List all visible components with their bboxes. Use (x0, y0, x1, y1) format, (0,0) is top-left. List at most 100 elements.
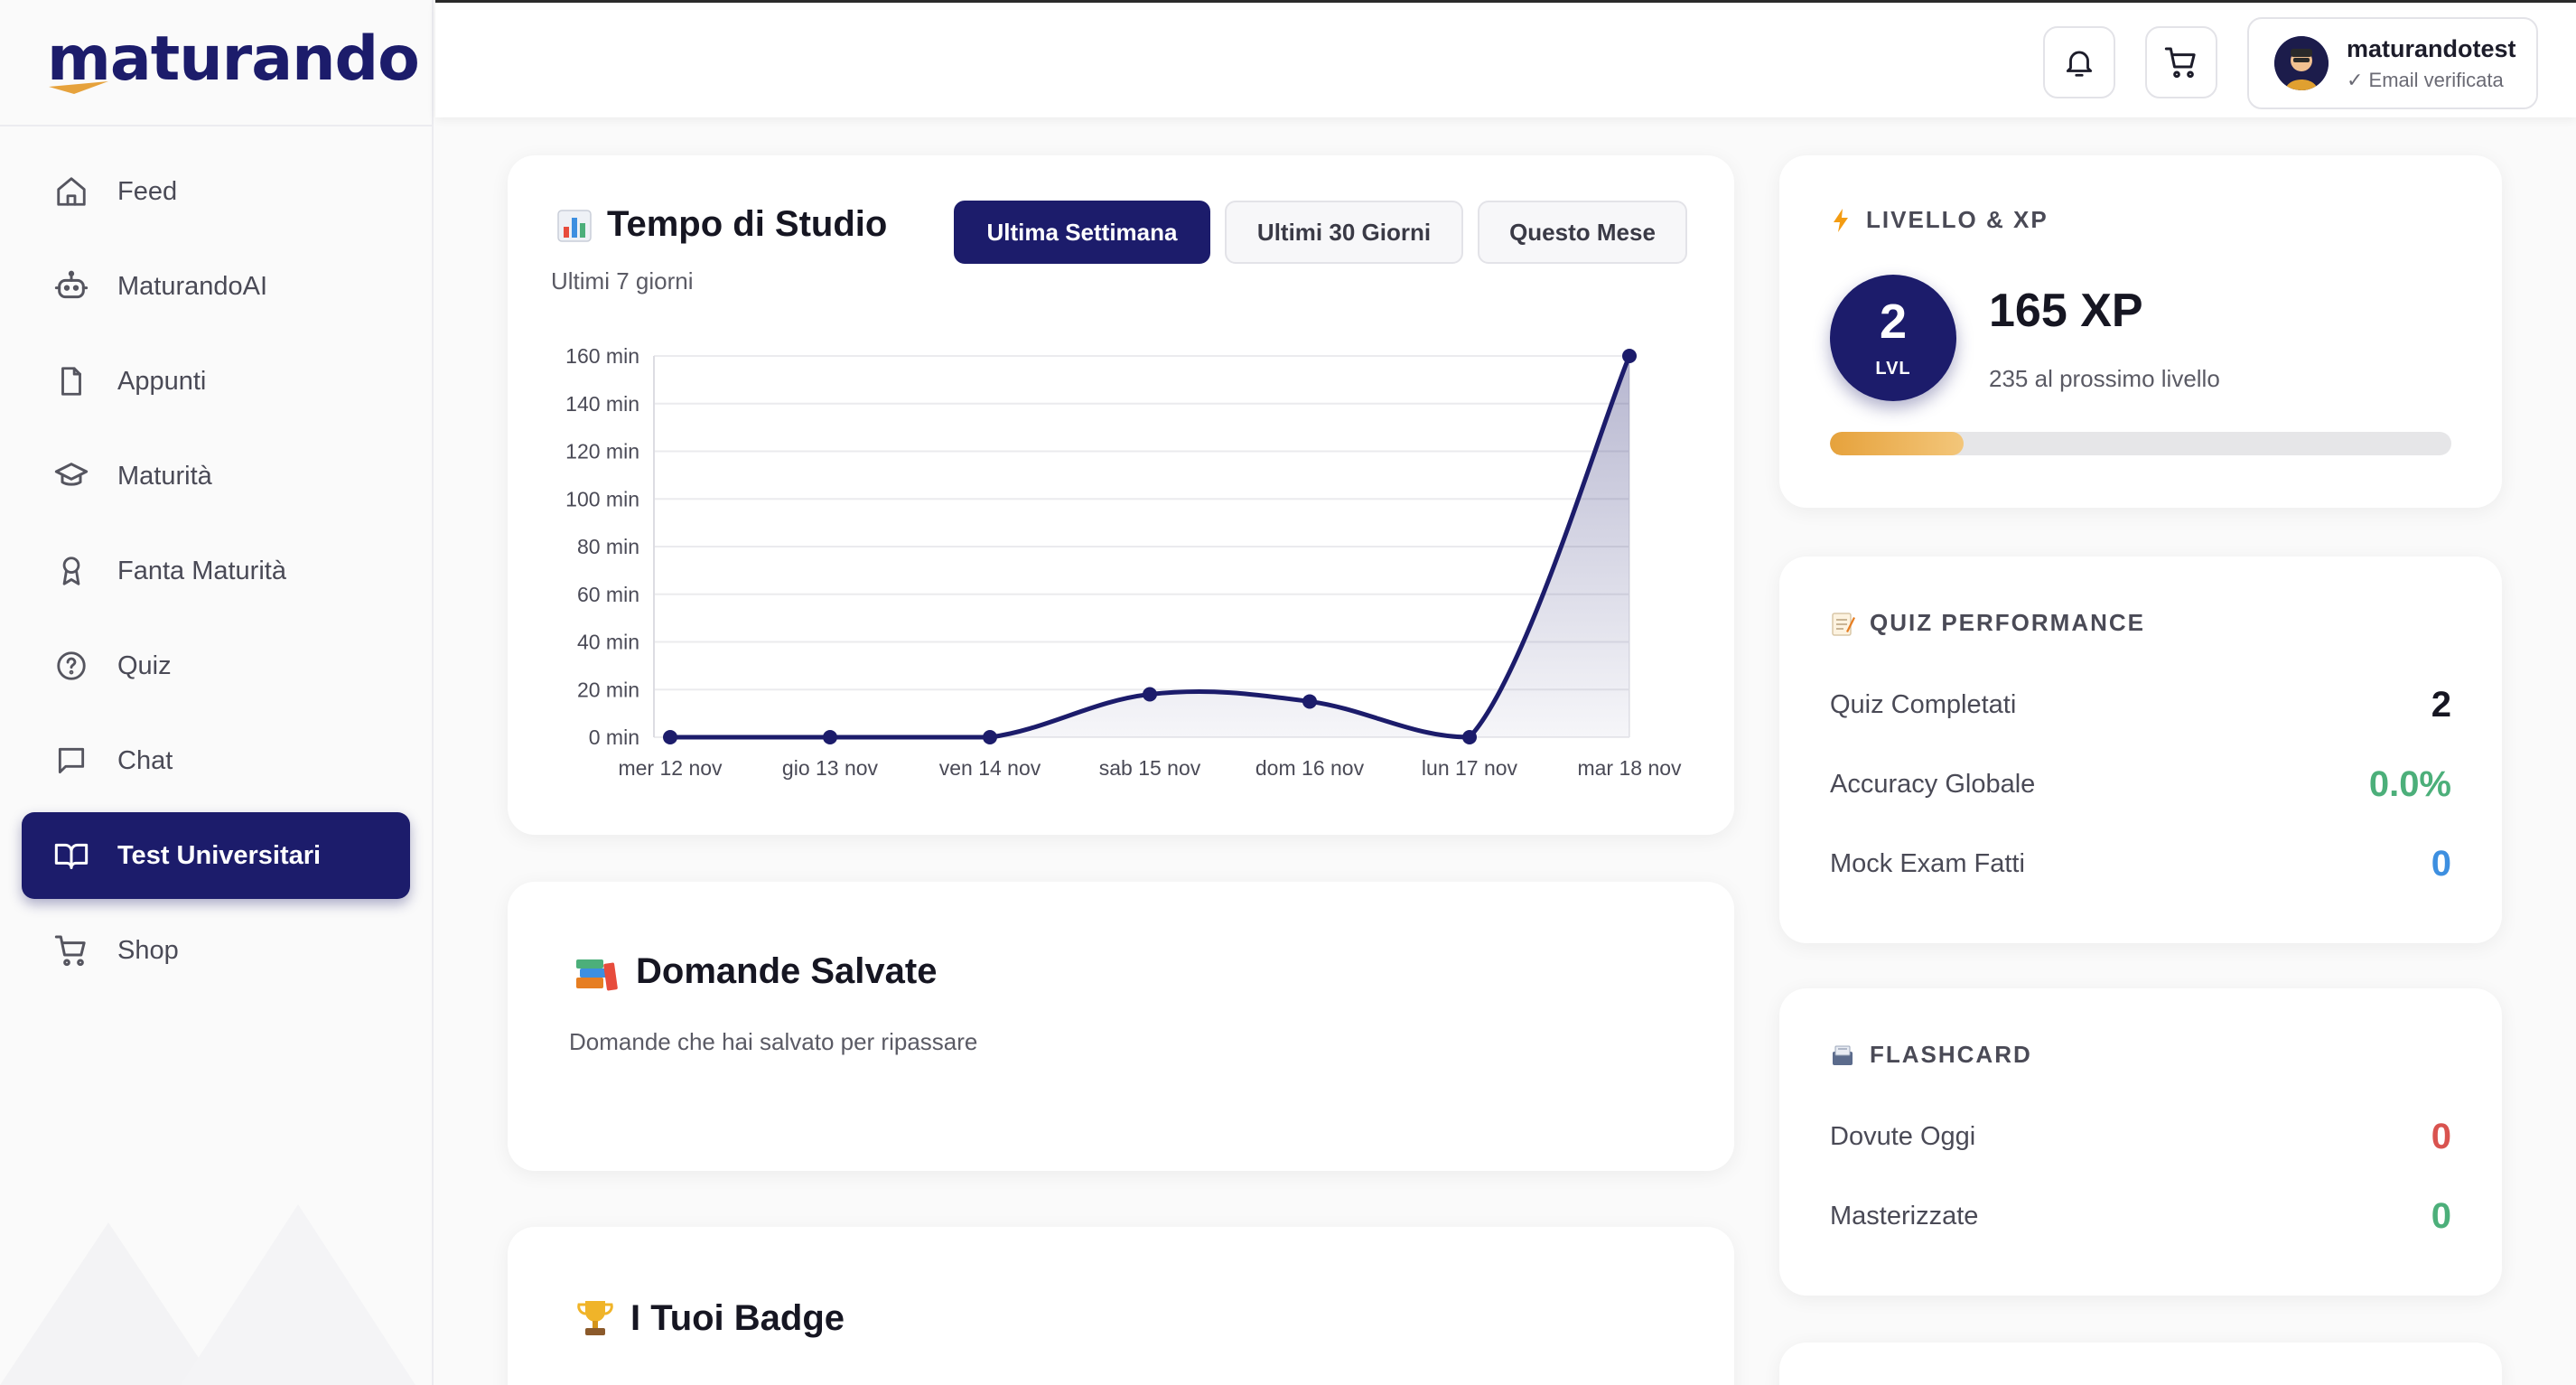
data-point (1622, 349, 1637, 363)
quiz-performance-title: QUIZ PERFORMANCE (1830, 609, 2145, 637)
cart-icon (52, 931, 90, 969)
y-tick-label: 60 min (577, 583, 639, 606)
top-bar: maturandotest ✓ Email verificata (435, 0, 2576, 117)
sidebar-item-shop[interactable]: Shop (22, 907, 410, 994)
saved-questions-card: Domande Salvate Domande che hai salvato … (508, 882, 1734, 1171)
sidebar-item-appunti[interactable]: Appunti (22, 338, 410, 425)
stat-value: 0 (2431, 1196, 2451, 1236)
home-icon (52, 173, 90, 211)
sidebar-item-quiz[interactable]: Quiz (22, 622, 410, 709)
badges-card: I Tuoi Badge (508, 1227, 1734, 1385)
background-pattern (0, 1204, 415, 1385)
stat-value: 0.0% (2368, 764, 2451, 804)
y-tick-label: 0 min (589, 725, 639, 749)
trophy-icon (574, 1297, 616, 1339)
sidebar-item-fanta-maturita[interactable]: Fanta Maturità (22, 528, 410, 614)
card-box-icon (1830, 1043, 1855, 1068)
x-tick-label: sab 15 nov (1099, 756, 1201, 780)
book-open-icon (52, 837, 90, 875)
flashcard-card: FLASHCARD Dovute Oggi 0 Masterizzate 0 (1779, 988, 2502, 1296)
data-point (1143, 687, 1157, 702)
stat-global-accuracy: Accuracy Globale 0.0% (1830, 764, 2451, 804)
y-tick-label: 160 min (565, 344, 639, 368)
sidebar-item-label: Appunti (117, 366, 207, 396)
sidebar-item-label: Chat (117, 745, 173, 775)
quiz-performance-card: QUIZ PERFORMANCE Quiz Completati 2 Accur… (1779, 557, 2502, 943)
sidebar: maturando Feed MaturandoAI Appunti Matur… (0, 0, 434, 1385)
bell-icon (2066, 51, 2093, 77)
level-badge: 2 LVL (1830, 275, 1956, 401)
notifications-button[interactable] (2043, 26, 2115, 98)
sidebar-item-feed[interactable]: Feed (22, 148, 410, 235)
stat-due-today: Dovute Oggi 0 (1830, 1117, 2451, 1156)
chat-icon (52, 742, 90, 780)
sidebar-item-label: Test Universitari (117, 840, 322, 870)
x-tick-label: dom 16 nov (1255, 756, 1365, 780)
sidebar-item-maturita[interactable]: Maturità (22, 433, 410, 519)
sidebar-item-maturandoai[interactable]: MaturandoAI (22, 243, 410, 330)
memo-icon (1830, 610, 1855, 637)
stat-value: 0 (2431, 1117, 2451, 1156)
data-point (1462, 730, 1477, 744)
sidebar-nav: Feed MaturandoAI Appunti Maturità Fanta … (0, 126, 432, 994)
sidebar-item-test-universitari[interactable]: Test Universitari (22, 812, 410, 899)
stat-quiz-completed: Quiz Completati 2 (1830, 685, 2451, 725)
user-menu[interactable]: maturandotest ✓ Email verificata (2247, 17, 2538, 109)
y-tick-label: 40 min (577, 631, 639, 654)
y-tick-label: 20 min (577, 678, 639, 701)
next-card (1779, 1343, 2502, 1385)
stat-value: 0 (2431, 844, 2451, 884)
sidebar-item-label: Quiz (117, 650, 172, 680)
level-label: LVL (1875, 358, 1911, 379)
y-tick-label: 140 min (565, 392, 639, 416)
books-icon (574, 950, 621, 992)
sidebar-item-label: Feed (117, 176, 178, 206)
data-point (1302, 694, 1317, 709)
robot-icon (52, 267, 90, 305)
stat-mock-exams: Mock Exam Fatti 0 (1830, 844, 2451, 884)
saved-questions-title: Domande Salvate (574, 950, 937, 992)
data-point (983, 730, 997, 744)
x-tick-label: lun 17 nov (1422, 756, 1518, 780)
study-time-chart: 0 min 20 min 40 min 60 min 80 min 100 min 120 … (565, 344, 1682, 780)
y-tick-label: 80 min (577, 535, 639, 558)
lightning-icon (1830, 207, 1852, 234)
logo[interactable]: maturando (0, 0, 432, 126)
award-icon (52, 552, 90, 590)
help-circle-icon (52, 647, 90, 685)
x-tick-label: mer 12 nov (618, 756, 723, 780)
level-xp-card: LIVELLO & XP 2 LVL 165 XP 235 al prossim… (1779, 155, 2502, 508)
cart-button[interactable] (2145, 26, 2217, 98)
badges-title: I Tuoi Badge (574, 1297, 845, 1339)
stat-value: 2 (2431, 685, 2451, 725)
data-point (823, 730, 837, 744)
level-xp-title: LIVELLO & XP (1830, 206, 2049, 234)
cart-icon (2164, 47, 2196, 79)
user-name: maturandotest (2347, 34, 2516, 62)
level-number: 2 (1879, 294, 1908, 349)
flashcard-title: FLASHCARD (1830, 1041, 2032, 1069)
x-tick-label: gio 13 nov (782, 756, 879, 780)
xp-value: 165 XP (1989, 285, 2143, 337)
y-tick-label: 100 min (565, 487, 639, 510)
sidebar-item-label: Fanta Maturità (117, 556, 286, 585)
graduation-cap-icon (52, 457, 90, 495)
logo-swoosh-icon (49, 81, 108, 94)
avatar (2274, 36, 2329, 90)
x-tick-label: mar 18 nov (1577, 756, 1682, 780)
x-tick-label: ven 14 nov (939, 756, 1041, 780)
email-verified-status: ✓ Email verificata (2347, 68, 2504, 91)
sidebar-item-chat[interactable]: Chat (22, 717, 410, 804)
sidebar-item-label: Shop (117, 935, 179, 965)
stat-mastered: Masterizzate 0 (1830, 1196, 2451, 1236)
study-time-card: Tempo di Studio Ultimi 7 giorni Ultima S… (508, 155, 1734, 835)
data-point (663, 730, 677, 744)
y-tick-label: 120 min (565, 440, 639, 463)
xp-next-level: 235 al prossimo livello (1989, 365, 2220, 392)
xp-progress-fill (1830, 432, 1964, 455)
sidebar-item-label: MaturandoAI (117, 271, 268, 301)
saved-questions-subtitle: Domande che hai salvato per ripassare (569, 1028, 978, 1055)
sidebar-item-label: Maturità (117, 461, 212, 491)
file-icon (52, 362, 90, 400)
xp-progress-bar (1830, 432, 2451, 455)
